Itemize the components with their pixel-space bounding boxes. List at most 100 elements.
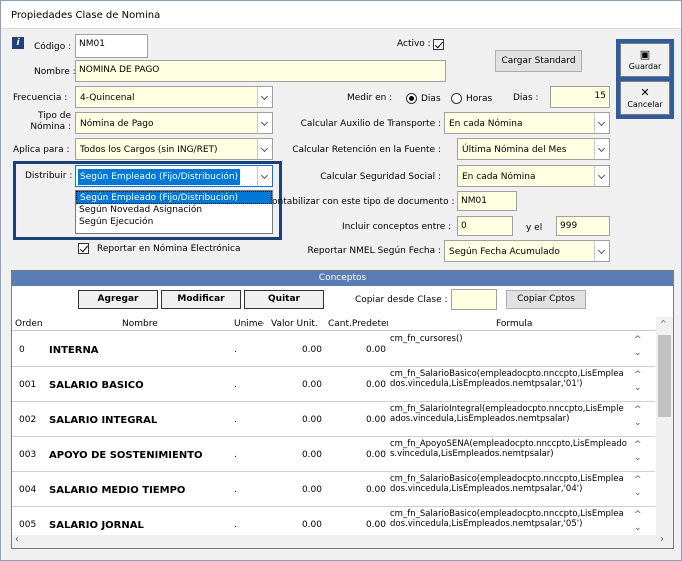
cell-scroll-icon[interactable]: ^ ⌄	[634, 474, 644, 500]
modificar-button[interactable]: Modificar	[161, 290, 241, 309]
ret-label: Calcular Retención en la Fuente :	[292, 145, 441, 155]
activo-checkbox[interactable]	[433, 39, 444, 50]
chevron-down-icon[interactable]	[257, 87, 272, 107]
cell-nombre: SALARIO MEDIO TIEMPO	[49, 485, 186, 496]
cell-formula: cm_fn_SalarioBasico(empleadocpto.nnccpto…	[390, 369, 624, 389]
ret-value: Última Nómina del Mes	[462, 145, 567, 155]
table-row[interactable]: 002 SALARIO INTEGRAL. 0.00 0.00 cm_fn_Salari…	[12, 402, 655, 437]
ret-select[interactable]: Última Nómina del Mes	[457, 138, 610, 160]
copiar-clase-input[interactable]	[451, 289, 497, 310]
scroll-up-icon[interactable]: ^	[660, 319, 667, 328]
radio-horas-label: Horas	[466, 94, 493, 104]
incluir-from-input[interactable]: 0	[457, 216, 513, 236]
copiar-cptos-button[interactable]: Copiar Cptos	[506, 290, 586, 309]
cell-nombre: INTERNA	[49, 345, 99, 356]
codigo-input[interactable]: NM01	[75, 34, 148, 58]
quitar-button[interactable]: Quitar	[244, 290, 324, 309]
cell-cant: 0.00	[365, 415, 386, 425]
contab-label: ontabilizar con este tipo de documento :	[272, 197, 455, 207]
cell-scroll-icon[interactable]: ^ ⌄	[634, 334, 644, 360]
frecuencia-select[interactable]: 4-Quincenal	[75, 86, 273, 108]
table-row[interactable]: 003 APOYO DE SOSTENIMIENTO. 0.00 0.00 cm_fn_…	[12, 437, 655, 472]
radio-horas[interactable]	[451, 93, 462, 104]
reportar-ne-checkbox[interactable]	[78, 243, 89, 254]
col-orden[interactable]: Orden	[15, 319, 47, 329]
chevron-down-icon[interactable]	[594, 113, 609, 133]
contab-input[interactable]: NM01	[457, 191, 517, 211]
cell-unimed: .	[234, 415, 237, 425]
cell-cant: 0.00	[365, 520, 386, 530]
cell-unimed: .	[234, 485, 237, 495]
cargar-standard-button[interactable]: Cargar Standard	[495, 50, 582, 72]
cell-scroll-icon[interactable]: ^ ⌄	[634, 404, 644, 430]
aplica-label: Aplica para :	[13, 145, 70, 155]
chevron-down-icon[interactable]	[594, 241, 609, 261]
scrollbar-thumb[interactable]	[658, 335, 671, 417]
aux-select[interactable]: En cada Nómina	[444, 112, 610, 134]
vertical-scrollbar[interactable]: ^	[656, 317, 673, 537]
cell-unimed: .	[234, 380, 237, 390]
cell-orden: 001	[19, 380, 37, 390]
scroll-right-icon[interactable]: ›	[660, 534, 664, 545]
nmel-value: Según Fecha Acumulado	[449, 247, 560, 257]
cell-scroll-icon[interactable]: ^ ⌄	[634, 509, 644, 535]
cell-unimed: .	[234, 345, 237, 355]
radio-dias[interactable]	[406, 93, 417, 104]
cell-formula: cm_fn_cursores()	[390, 334, 463, 344]
col-cant[interactable]: Cant.Predetermi	[328, 319, 388, 329]
guardar-button[interactable]: ▣ Guardar	[620, 43, 670, 77]
col-valor[interactable]: Valor Unit.	[271, 319, 327, 329]
seg-value: En cada Nómina	[462, 172, 536, 182]
medir-label: Medir en :	[347, 93, 393, 103]
yel-label: y el	[526, 223, 543, 233]
col-formula[interactable]: Formula	[496, 319, 546, 329]
toolbar-panel: ▣ Guardar ✕ Cancelar	[616, 39, 674, 119]
col-unimed[interactable]: Unimed	[234, 319, 264, 329]
cell-cant: 0.00	[365, 345, 386, 355]
horizontal-scrollbar[interactable]: ‹ ›	[12, 534, 673, 548]
table-row[interactable]: 001 SALARIO BASICO. 0.00 0.00 cm_fn_SalarioB…	[12, 367, 655, 402]
cell-cant: 0.00	[365, 380, 386, 390]
cell-orden: 003	[19, 450, 37, 460]
aplica-select[interactable]: Todos los Cargos (sin ING/RET)	[75, 138, 273, 160]
cell-nombre: SALARIO INTEGRAL	[49, 415, 158, 426]
cell-unimed: .	[234, 520, 237, 530]
cell-nombre: SALARIO BASICO	[49, 380, 144, 391]
seg-select[interactable]: En cada Nómina	[457, 165, 610, 187]
nmel-select[interactable]: Según Fecha Acumulado	[444, 240, 610, 262]
cell-scroll-icon[interactable]: ^ ⌄	[634, 439, 644, 465]
activo-label: Activo :	[397, 39, 431, 49]
guardar-label: Guardar	[628, 62, 662, 71]
cell-scroll-icon[interactable]: ^ ⌄	[634, 369, 644, 395]
cancelar-button[interactable]: ✕ Cancelar	[620, 81, 670, 115]
incluir-label: Incluir conceptos entre :	[342, 222, 452, 232]
chevron-down-icon[interactable]	[594, 166, 609, 186]
tipo-nomina-select[interactable]: Nómina de Pago	[75, 112, 273, 134]
cell-orden: 0	[19, 345, 25, 355]
dias-input[interactable]: 15	[550, 86, 610, 108]
scroll-left-icon[interactable]: ‹	[15, 534, 19, 545]
conceptos-panel: Conceptos Agregar Modificar Quitar Copia…	[11, 270, 674, 549]
chevron-down-icon[interactable]	[594, 139, 609, 159]
chevron-down-icon[interactable]	[257, 139, 272, 159]
properties-window: Propiedades Clase de Nomina i Código : N…	[0, 0, 682, 561]
cell-unimed: .	[234, 450, 237, 460]
table-row[interactable]: 004 SALARIO MEDIO TIEMPO. 0.00 0.00 cm_fn_Sa…	[12, 472, 655, 507]
agregar-button[interactable]: Agregar	[78, 290, 158, 309]
cell-valor: 0.00	[301, 415, 322, 425]
radio-dias-label: Dias	[421, 94, 441, 104]
nombre-input[interactable]: NOMINA DE PAGO	[75, 60, 446, 82]
aux-value: En cada Nómina	[449, 119, 523, 129]
cell-cant: 0.00	[365, 450, 386, 460]
copiar-label: Copiar desde Clase :	[355, 295, 448, 305]
chevron-down-icon[interactable]	[257, 113, 272, 133]
col-nombre[interactable]: Nombre	[122, 319, 182, 329]
cell-valor: 0.00	[301, 520, 322, 530]
tipo-nomina-value: Nómina de Pago	[80, 119, 154, 129]
frecuencia-label: Frecuencia :	[13, 93, 68, 103]
conceptos-title: Conceptos	[12, 271, 673, 286]
info-icon: i	[12, 37, 24, 49]
table-row[interactable]: 0 INTERNA. 0.00 0.00 cm_fn_cursores() ^ ⌄	[12, 332, 655, 367]
grid-header: Orden Nombre Unimed Valor Unit. Cant.Pre…	[12, 317, 655, 331]
incluir-to-input[interactable]: 999	[556, 216, 610, 236]
